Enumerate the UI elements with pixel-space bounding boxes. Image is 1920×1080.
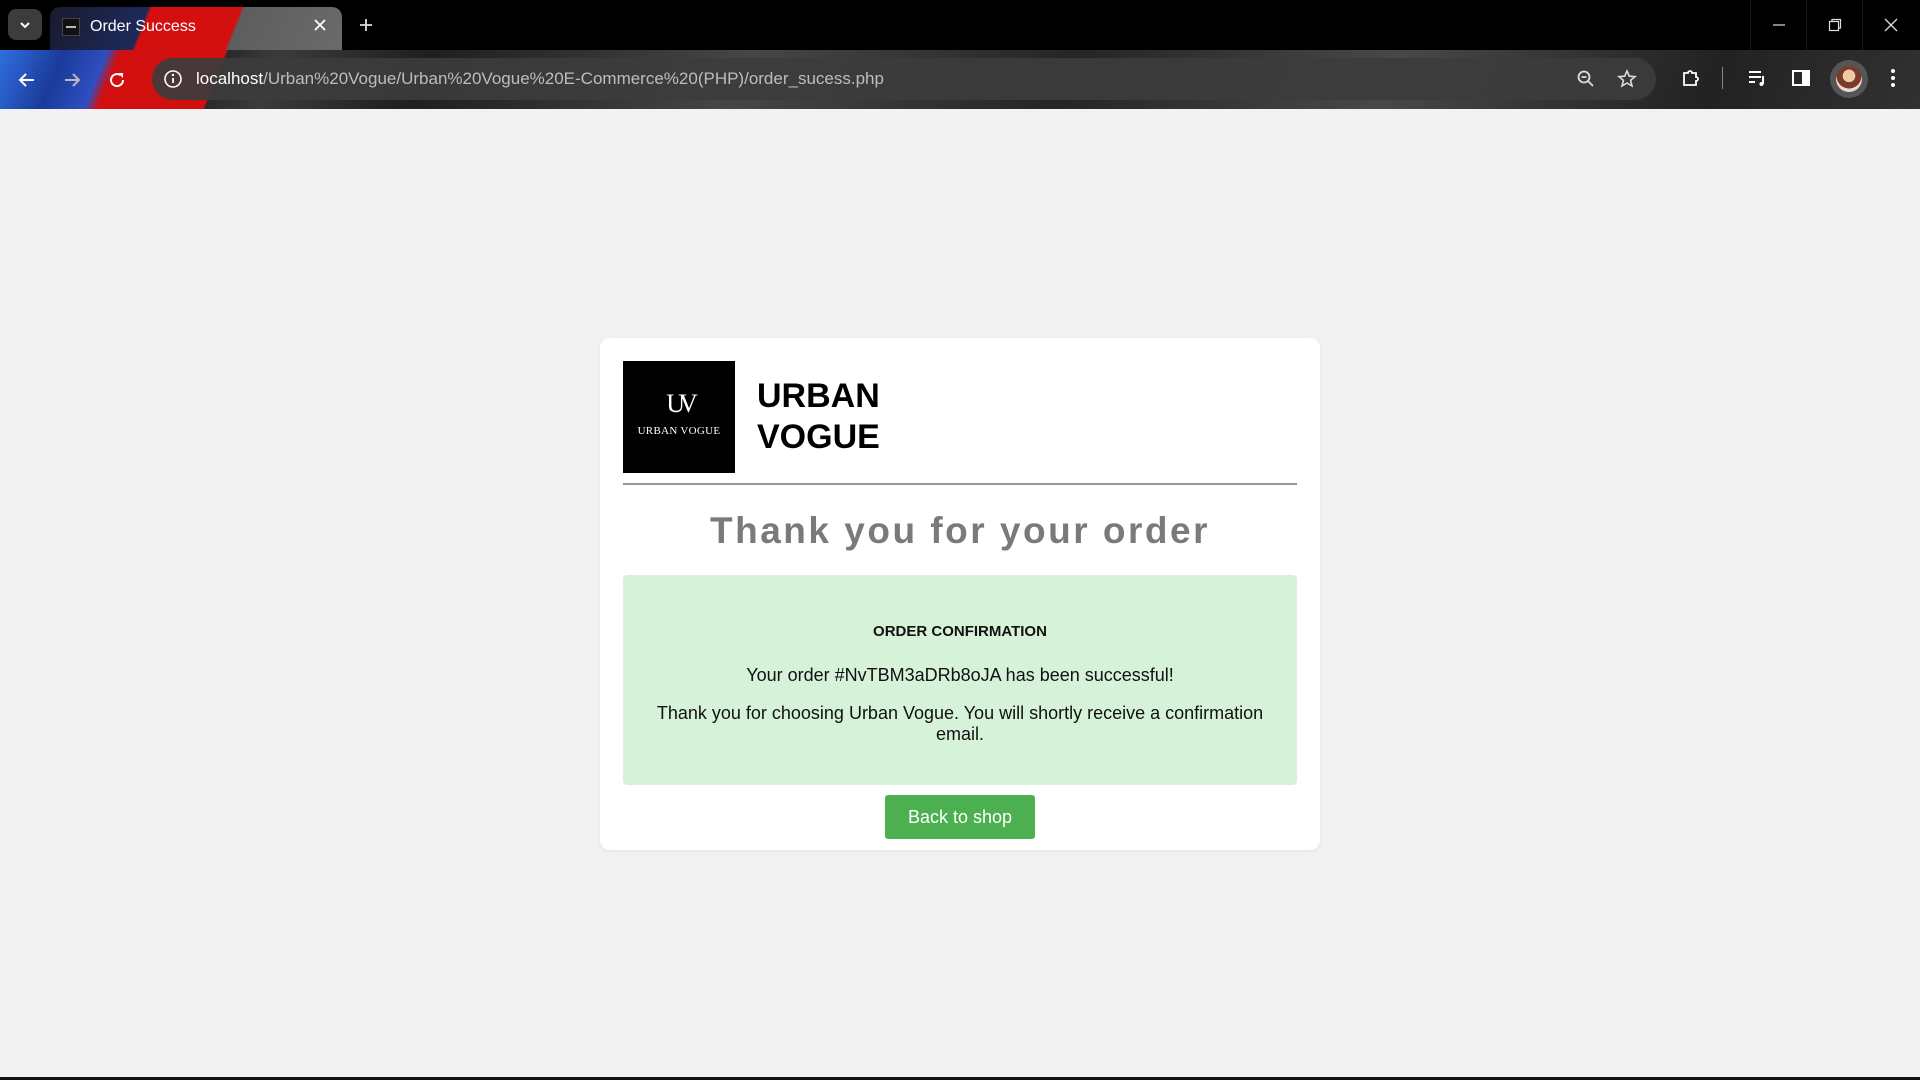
arrow-right-icon	[65, 73, 81, 87]
arrow-left-icon	[18, 73, 34, 87]
close-icon	[1884, 18, 1897, 32]
tab-order-success[interactable]: Order Success	[50, 7, 342, 50]
bookmark-star-icon[interactable]	[1614, 66, 1640, 92]
order-success-card: UV URBAN VOGUE URBAN VOGUE Thank you for…	[600, 338, 1320, 850]
close-window-button[interactable]	[1862, 0, 1918, 50]
urban-vogue-logo: UV URBAN VOGUE	[623, 361, 735, 473]
site-info-icon[interactable]	[160, 66, 186, 92]
chevron-down-icon	[20, 21, 30, 28]
toolbar-divider	[1722, 67, 1723, 89]
confirmation-title: ORDER CONFIRMATION	[873, 623, 1047, 640]
tab-search-button[interactable]	[8, 9, 42, 40]
address-bar[interactable]: localhost/Urban%20Vogue/Urban%20Vogue%20…	[152, 58, 1656, 100]
url-text[interactable]: localhost/Urban%20Vogue/Urban%20Vogue%20…	[196, 69, 884, 89]
close-icon[interactable]	[308, 13, 332, 37]
tab-strip: Order Success	[0, 0, 1920, 50]
side-panel-icon[interactable]	[1786, 63, 1816, 93]
browser-toolbar: localhost/Urban%20Vogue/Urban%20Vogue%20…	[0, 50, 1920, 109]
media-queue-icon[interactable]	[1742, 63, 1772, 93]
brand-header: UV URBAN VOGUE URBAN VOGUE	[623, 361, 1297, 485]
plus-icon	[360, 19, 372, 31]
brand-name-line1: URBAN	[757, 377, 880, 415]
restore-icon	[1828, 18, 1841, 32]
url-path: /Urban%20Vogue/Urban%20Vogue%20E-Commerc…	[263, 69, 884, 88]
confirmation-note: Thank you for choosing Urban Vogue. You …	[656, 703, 1264, 744]
confirmation-panel: ORDER CONFIRMATION Your order #NvTBM3aDR…	[623, 575, 1297, 785]
more-menu-icon[interactable]	[1878, 63, 1908, 93]
url-host: localhost	[196, 69, 264, 88]
brand-name-line2: VOGUE	[757, 418, 880, 456]
zoom-icon[interactable]	[1573, 66, 1599, 92]
reload-icon	[110, 73, 125, 88]
back-to-shop-button[interactable]: Back to shop	[885, 795, 1035, 839]
brand-name: URBAN VOGUE	[757, 376, 917, 458]
logo-text: URBAN VOGUE	[637, 425, 721, 437]
forward-button[interactable]	[56, 64, 88, 96]
new-tab-button[interactable]	[352, 11, 380, 39]
minimize-button[interactable]	[1750, 0, 1806, 50]
page-body: UV URBAN VOGUE URBAN VOGUE Thank you for…	[0, 109, 1920, 1077]
profile-avatar[interactable]	[1830, 60, 1868, 98]
reload-button[interactable]	[101, 64, 133, 96]
favicon-icon	[62, 18, 80, 36]
tab-title: Order Success	[90, 18, 196, 35]
restore-button[interactable]	[1806, 0, 1862, 50]
avatar-image	[1836, 66, 1862, 92]
page-title: Thank you for your order	[710, 510, 1210, 551]
confirmation-message: Your order #NvTBM3aDRb8oJA has been succ…	[746, 665, 1174, 685]
minimize-icon	[1772, 24, 1785, 26]
extensions-icon[interactable]	[1676, 63, 1706, 93]
back-button[interactable]	[11, 64, 43, 96]
logo-monogram: UV	[666, 389, 698, 418]
